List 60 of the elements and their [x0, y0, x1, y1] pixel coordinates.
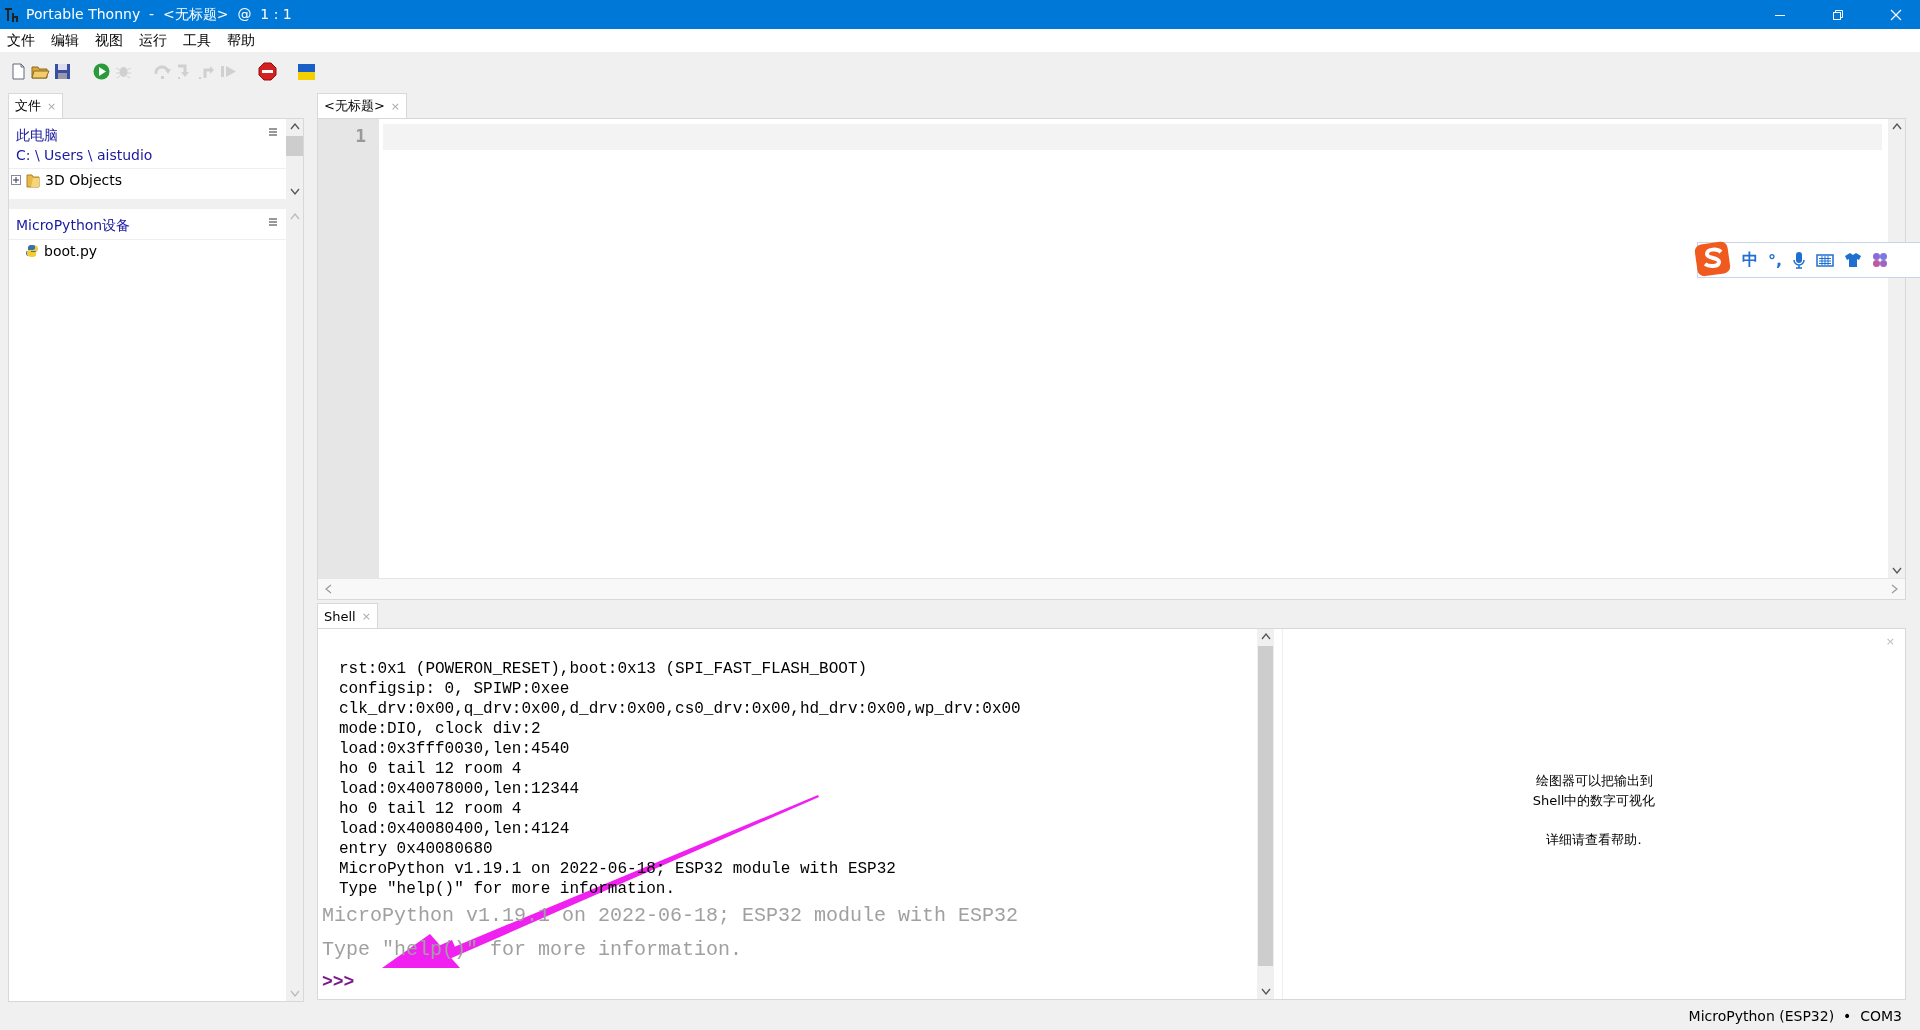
output-line: load:0x40078000,len:12344	[338, 779, 581, 799]
output-line: load:0x3fff0030,len:4540	[338, 739, 571, 759]
window-title: Portable Thonny - <无标题> @ 1 : 1	[26, 5, 292, 24]
menu-item[interactable]: 工具	[182, 31, 212, 50]
output-line: ho 0 tail 12 room 4	[338, 759, 523, 779]
files-tab[interactable]: 文件 ×	[8, 93, 64, 118]
device-title[interactable]: MicroPython设备	[16, 217, 131, 235]
output-line: ho 0 tail 12 room 4	[338, 799, 523, 819]
menu-icon[interactable]	[268, 217, 278, 227]
folder-icon	[26, 172, 40, 188]
path-link[interactable]: C: \ Users \ aistudio	[16, 147, 153, 163]
location-link[interactable]: 此电脑	[16, 127, 153, 145]
scroll-up-icon[interactable]	[1260, 632, 1271, 640]
output-line: mode:DIO, clock div:2	[338, 719, 542, 739]
keyboard-icon[interactable]	[1816, 253, 1835, 267]
microphone-icon[interactable]	[1792, 251, 1807, 269]
close-icon[interactable]	[1890, 8, 1902, 21]
scroll-up-icon[interactable]	[289, 122, 300, 130]
floppy-icon[interactable]	[53, 61, 72, 81]
python-file-icon	[25, 244, 39, 258]
menu-item[interactable]: 编辑	[50, 31, 80, 50]
ime-logo-icon[interactable]	[1694, 241, 1732, 277]
output-line: load:0x40080400,len:4124	[338, 819, 571, 839]
punctuation-toggle[interactable]: °,	[1768, 250, 1783, 270]
expand-icon[interactable]	[11, 175, 21, 185]
scroll-thumb[interactable]	[286, 136, 303, 156]
apps-icon[interactable]	[1872, 252, 1889, 268]
tree-item[interactable]: boot.py	[9, 240, 286, 262]
line-number: 1	[354, 125, 367, 146]
play-icon[interactable]	[92, 61, 111, 81]
tree-item[interactable]: 3D Objects	[9, 169, 286, 191]
scroll-down-icon[interactable]	[1891, 567, 1902, 575]
scroll-down-icon[interactable]	[1260, 988, 1271, 996]
menu-item[interactable]: 文件	[6, 31, 36, 50]
new-file-icon[interactable]	[9, 61, 28, 81]
scroll-down-icon[interactable]	[289, 188, 300, 196]
editor-tab[interactable]: <无标题> ×	[317, 93, 407, 118]
menu-item[interactable]: 视图	[94, 31, 124, 50]
stop-sign-icon[interactable]	[258, 61, 277, 81]
plotter-hint: 详细请查看帮助.	[1546, 831, 1642, 849]
scroll-up-icon[interactable]	[1891, 122, 1902, 130]
output-line: configsip: 0, SPIWP:0xee	[338, 679, 571, 699]
output-line: entry 0x40080680	[338, 839, 494, 859]
input-mode-toggle[interactable]: 中	[1742, 249, 1758, 271]
output-line: rst:0x1 (POWERON_RESET),boot:0x13 (SPI_FAST_FLASH_BOOT)	[338, 659, 869, 679]
menu-icon[interactable]	[268, 127, 278, 137]
shirt-icon[interactable]	[1844, 252, 1863, 268]
shell-prompt: >>>	[322, 971, 356, 994]
scroll-right-icon[interactable]	[1891, 584, 1899, 594]
flag-icon[interactable]	[297, 61, 316, 81]
restore-icon[interactable]	[1832, 8, 1844, 21]
backend-status[interactable]: MicroPython (ESP32) • COM3	[1688, 1008, 1902, 1024]
menu-item[interactable]: 运行	[138, 31, 168, 50]
plotter-message: 绘图器可以把输出到 Shell中的数字可视化	[1532, 772, 1656, 810]
output-line: clk_drv:0x00,q_drv:0x00,d_drv:0x00,cs0_drv:0x00,hd_drv:0x00,wp_drv:0x00	[338, 699, 1022, 719]
scroll-left-icon[interactable]	[324, 584, 332, 594]
scroll-thumb[interactable]	[1258, 646, 1273, 966]
menu-item[interactable]: 帮助	[226, 31, 256, 50]
shell-tab[interactable]: Shell ×	[317, 603, 378, 628]
app-logo-icon	[4, 6, 20, 23]
